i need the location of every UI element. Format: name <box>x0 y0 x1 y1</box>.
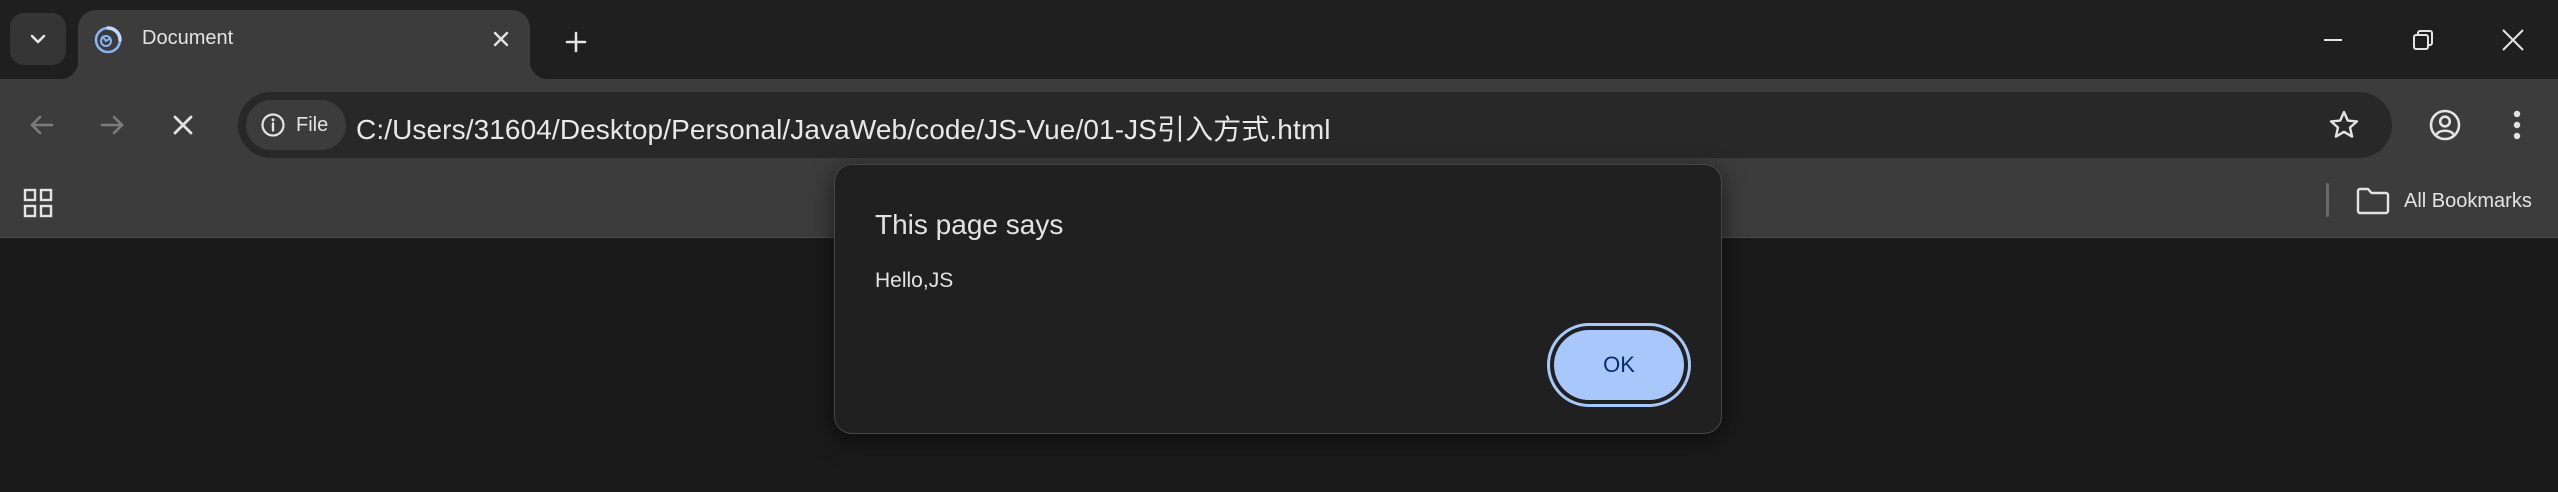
address-bar[interactable]: File C:/Users/31604/Desktop/Personal/Jav… <box>238 92 2392 158</box>
arrow-right-icon <box>98 111 126 139</box>
dialog-message: Hello,JS <box>875 269 954 292</box>
menu-button[interactable] <box>2492 100 2542 150</box>
more-vert-icon <box>2512 109 2522 141</box>
forward-button[interactable] <box>87 100 137 150</box>
close-icon <box>492 30 510 48</box>
tab-search-button[interactable] <box>10 13 66 65</box>
folder-icon <box>2356 187 2390 215</box>
bookmarks-divider <box>2326 183 2329 217</box>
bookmark-star-button[interactable] <box>2320 101 2368 149</box>
alert-dialog: This page says Hello,JS OK <box>834 164 1722 434</box>
toolbar: File C:/Users/31604/Desktop/Personal/Jav… <box>0 79 2558 171</box>
profile-button[interactable] <box>2420 100 2470 150</box>
site-info-chip[interactable]: File <box>246 100 347 150</box>
ok-button[interactable]: OK <box>1554 330 1684 400</box>
stop-icon <box>171 113 195 137</box>
star-icon <box>2328 109 2360 141</box>
tab-strip: Document <box>0 0 2558 79</box>
chevron-down-icon <box>28 29 48 49</box>
arrow-left-icon <box>28 111 56 139</box>
minimize-icon <box>2322 29 2344 51</box>
site-chip-label: File <box>296 113 329 136</box>
apps-button[interactable] <box>18 183 58 223</box>
restore-icon <box>2412 29 2434 51</box>
profile-icon <box>2428 108 2462 142</box>
close-icon <box>2501 28 2525 52</box>
dialog-title: This page says <box>875 209 1064 240</box>
loading-globe-icon <box>92 24 124 56</box>
stop-button[interactable] <box>158 100 208 150</box>
url-text[interactable]: C:/Users/31604/Desktop/Personal/JavaWeb/… <box>356 108 1331 148</box>
tab-title: Document <box>142 27 234 49</box>
all-bookmarks-label: All Bookmarks <box>2404 189 2532 212</box>
apps-grid-icon <box>22 187 54 219</box>
close-window-button[interactable] <box>2468 0 2558 79</box>
plus-icon <box>564 30 588 54</box>
restore-button[interactable] <box>2378 0 2468 79</box>
tab-document[interactable]: Document <box>60 10 548 79</box>
all-bookmarks-button[interactable]: All Bookmarks <box>2356 181 2532 221</box>
tab-close-button[interactable] <box>484 22 518 56</box>
ok-button-focus-ring: OK <box>1547 323 1691 407</box>
minimize-button[interactable] <box>2288 0 2378 79</box>
back-button[interactable] <box>17 100 67 150</box>
new-tab-button[interactable] <box>556 22 596 62</box>
info-icon <box>260 112 286 138</box>
